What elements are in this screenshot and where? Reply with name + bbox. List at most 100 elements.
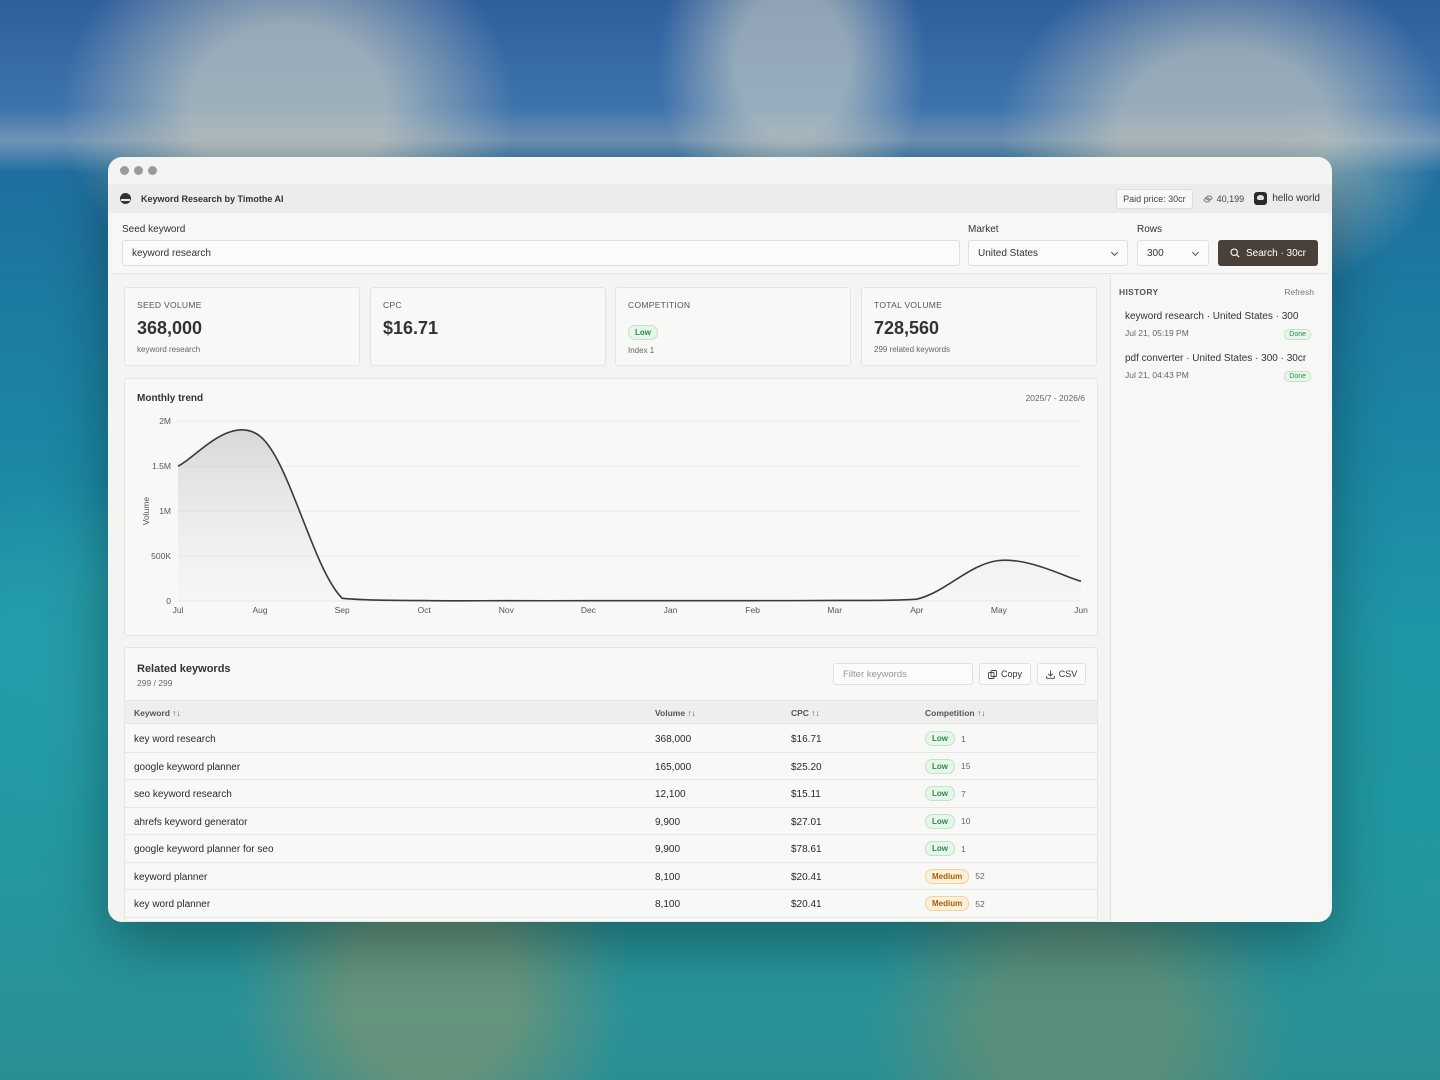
stat-card-competition: COMPETITION Low Index 1 xyxy=(615,287,851,366)
related-keywords-card: Related keywords 299 / 299 Filter keywor… xyxy=(124,647,1098,922)
history-title: HISTORY xyxy=(1119,287,1159,297)
competition-badge: Low xyxy=(925,786,955,801)
stat-card-seed-volume: SEED VOLUME 368,000 keyword research xyxy=(124,287,360,366)
y-tick-label: 0 xyxy=(166,596,171,606)
competition-cell: Low 15 xyxy=(925,758,970,774)
stat-title: CPC xyxy=(383,300,402,310)
x-tick-label: Oct xyxy=(418,605,432,615)
y-tick-label: 1M xyxy=(159,506,171,516)
table-row[interactable]: key word research 368,000 $16.71 Low 1 xyxy=(125,725,1097,753)
competition-cell: Low 1 xyxy=(925,841,966,856)
stat-title: COMPETITION xyxy=(628,300,691,310)
status-badge: Done xyxy=(1284,371,1311,382)
competition-index: 1 xyxy=(961,733,966,744)
status-badge: Done xyxy=(1284,329,1311,340)
x-tick-label: Nov xyxy=(499,605,515,615)
history-item-name: pdf converter · United States · 300 · 30… xyxy=(1125,353,1307,364)
app-window: Keyword Research by Timothe AI Paid pric… xyxy=(108,157,1332,922)
copy-label: Copy xyxy=(1000,669,1022,679)
table-row[interactable]: seo keyword research 12,100 $15.11 Low 7 xyxy=(125,780,1097,808)
volume-cell: 368,000 xyxy=(655,734,692,745)
cpc-cell: $20.41 xyxy=(791,871,822,883)
user-menu[interactable]: hello world xyxy=(1254,192,1320,205)
column-cpc[interactable]: CPC ↑↓ xyxy=(791,708,820,718)
history-item-time: Jul 21, 05:19 PM xyxy=(1125,328,1189,338)
market-label: Market xyxy=(968,224,999,235)
stat-title: SEED VOLUME xyxy=(137,300,202,310)
competition-cell: Low 1 xyxy=(925,731,966,746)
competition-index: 7 xyxy=(961,788,966,799)
coin-icon xyxy=(1203,195,1213,202)
volume-cell: 8,100 xyxy=(655,899,681,910)
history-item[interactable]: pdf converter · United States · 300 · 30… xyxy=(1125,353,1311,382)
csv-button[interactable]: CSV xyxy=(1037,663,1086,685)
volume-cell: 8,100 xyxy=(655,871,681,883)
filter-keywords-input[interactable]: Filter keywords xyxy=(833,663,973,685)
competition-cell: Low 10 xyxy=(925,813,970,829)
stat-card-cpc: CPC $16.71 xyxy=(370,287,606,366)
search-bar: Seed keyword keyword research Market Uni… xyxy=(112,213,1328,274)
series-area xyxy=(178,429,1081,601)
y-tick-label: 500K xyxy=(151,551,171,561)
rows-value: 300 xyxy=(1147,248,1164,259)
related-title: Related keywords xyxy=(137,663,231,675)
competition-badge: Low xyxy=(925,813,955,829)
search-button[interactable]: Search · 30cr xyxy=(1218,240,1318,266)
user-name: hello world xyxy=(1272,193,1320,204)
competition-index: 1 xyxy=(961,843,966,854)
keyword-cell: seo keyword research xyxy=(134,789,232,800)
competition-index: 52 xyxy=(975,898,985,909)
minimize-dot[interactable] xyxy=(134,166,143,175)
related-count: 299 / 299 xyxy=(137,678,173,688)
refresh-link[interactable]: Refresh xyxy=(1284,287,1314,297)
keyword-cell: key word research xyxy=(134,734,216,745)
table-row[interactable]: ahrefs keyword generator 9,900 $27.01 Low 10 xyxy=(125,808,1097,835)
monthly-trend-card: Monthly trend 2025/7 - 2026/6 0 500K 1M 1.5… xyxy=(124,378,1098,636)
cpc-cell: $20.41 xyxy=(791,899,822,910)
x-tick-label: Jan xyxy=(664,605,678,615)
column-competition[interactable]: Competition ↑↓ xyxy=(925,708,985,718)
copy-button[interactable]: Copy xyxy=(979,663,1031,685)
stat-sub: 299 related keywords xyxy=(874,345,951,354)
cpc-cell: $27.01 xyxy=(791,816,822,828)
zoom-dot[interactable] xyxy=(148,166,157,175)
table-header: Keyword ↑↓ Volume ↑↓ CPC ↑↓ Competition … xyxy=(125,700,1097,724)
csv-label: CSV xyxy=(1058,669,1078,679)
avatar xyxy=(1254,192,1268,205)
table-row[interactable]: google keyword planner 165,000 $25.20 Low 15 xyxy=(125,753,1097,780)
competition-badge: Medium xyxy=(925,868,970,884)
table-row[interactable]: key word planner 8,100 $20.41 Medium 52 xyxy=(125,890,1097,918)
market-select[interactable]: United States xyxy=(968,240,1128,266)
column-volume[interactable]: Volume ↑↓ xyxy=(655,708,696,718)
history-panel: HISTORY Refresh keyword research · Unite… xyxy=(1110,275,1328,922)
cpc-cell: $15.11 xyxy=(791,789,821,800)
main-panel: SEED VOLUME 368,000 keyword research CPC… xyxy=(112,275,1110,922)
chevron-down-icon xyxy=(1110,248,1119,257)
y-tick-label: 2M xyxy=(159,416,171,426)
column-keyword[interactable]: Keyword ↑↓ xyxy=(134,708,181,718)
download-icon xyxy=(1045,670,1055,679)
stat-title: TOTAL VOLUME xyxy=(874,300,943,310)
table-row[interactable]: keyword planner 8,100 $20.41 Medium 52 xyxy=(125,863,1097,890)
rows-select[interactable]: 300 xyxy=(1137,240,1209,266)
table-row[interactable]: google keyword planner for seo 9,900 $78.6… xyxy=(125,835,1097,863)
competition-index: 52 xyxy=(975,871,985,881)
volume-cell: 9,900 xyxy=(655,816,681,828)
x-tick-label: Sep xyxy=(335,605,350,615)
history-item[interactable]: keyword research · United States · 300 J… xyxy=(1125,311,1311,340)
close-dot[interactable] xyxy=(120,166,129,175)
rows-label: Rows xyxy=(1137,224,1163,235)
y-axis-label: Volume xyxy=(141,497,151,526)
volume-cell: 9,900 xyxy=(655,844,681,855)
keyword-cell: keyword planner xyxy=(134,871,208,883)
seed-keyword-label: Seed keyword xyxy=(122,224,186,235)
trend-chart: 0 500K 1M 1.5M 2M Volume Jul Aug Sep Oct Nov Dec Jan… xyxy=(141,416,1088,615)
seed-keyword-input[interactable]: keyword research xyxy=(122,240,960,266)
stat-sub: keyword research xyxy=(137,345,201,354)
competition-cell: Low 7 xyxy=(925,786,966,801)
app-title: Keyword Research by Timothe AI xyxy=(141,193,284,204)
credits-balance: 40,199 xyxy=(1203,194,1244,204)
x-tick-label: Feb xyxy=(745,605,760,615)
y-tick-label: 1.5M xyxy=(152,461,171,471)
x-tick-label: Aug xyxy=(253,605,268,615)
